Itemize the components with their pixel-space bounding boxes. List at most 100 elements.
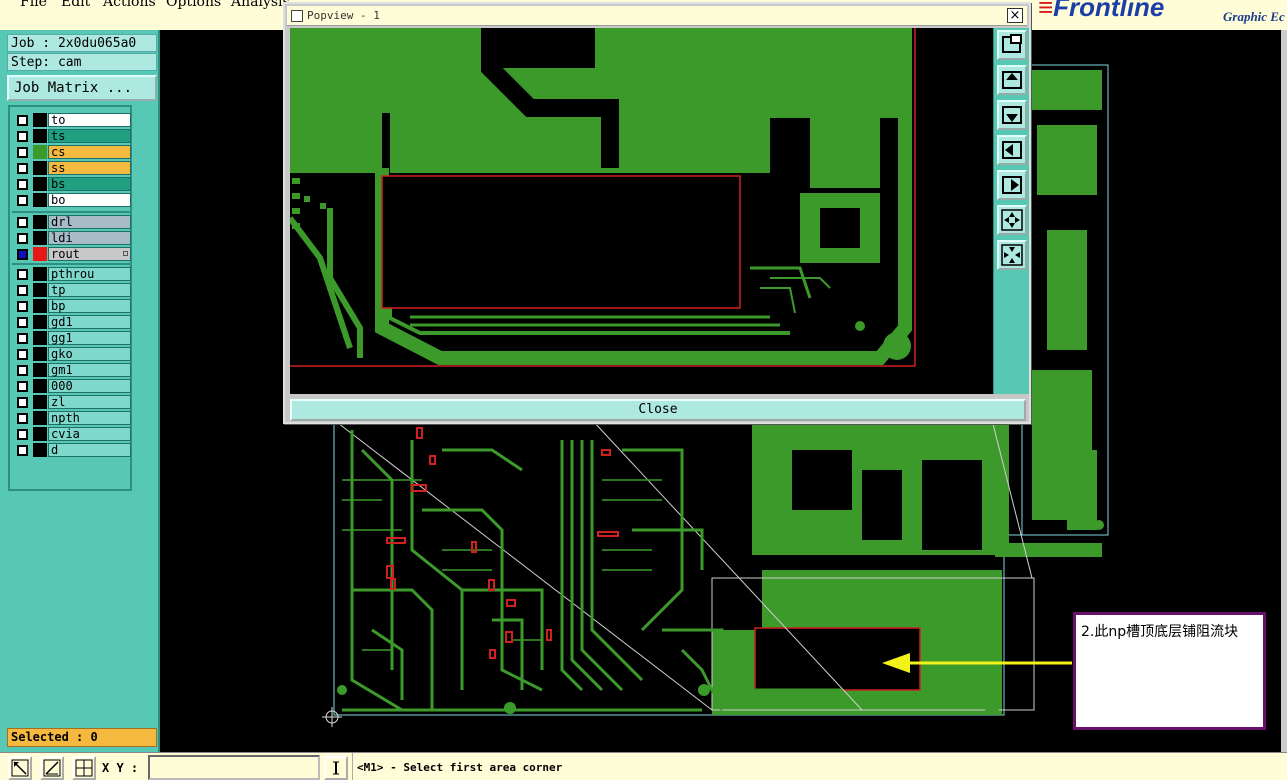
layer-row-tp[interactable]: tp (14, 283, 132, 297)
zoom-in-button[interactable] (997, 205, 1027, 235)
measure-tool-button[interactable] (40, 756, 64, 780)
layer-row-gg1[interactable]: gg1 (14, 331, 132, 345)
menu-file[interactable]: File (20, 0, 47, 10)
menu-analysis[interactable]: Analysis (231, 0, 290, 10)
layer-color-swatch[interactable] (33, 193, 47, 207)
layer-name[interactable]: ts (48, 129, 131, 143)
layer-row-000[interactable]: 000 (14, 379, 132, 393)
layer-checkbox[interactable] (17, 163, 28, 174)
layer-name[interactable]: bo (48, 193, 131, 207)
layer-checkbox[interactable] (17, 381, 28, 392)
pan-down-button[interactable] (997, 100, 1027, 130)
layer-color-swatch[interactable] (33, 267, 47, 281)
layer-name[interactable]: bp (48, 299, 131, 313)
layer-color-swatch[interactable] (33, 161, 47, 175)
info-button[interactable] (324, 756, 348, 780)
layer-checkbox[interactable] (17, 147, 28, 158)
layer-color-swatch[interactable] (33, 299, 47, 313)
layer-name[interactable]: zl (48, 395, 131, 409)
layer-checkbox[interactable] (17, 413, 28, 424)
layer-row-bo[interactable]: bo (14, 193, 132, 207)
layer-checkbox[interactable] (17, 285, 28, 296)
layer-color-swatch[interactable] (33, 427, 47, 441)
snap-tool-button[interactable] (8, 756, 32, 780)
layer-name[interactable]: gko (48, 347, 131, 361)
menu-edit[interactable]: Edit (61, 0, 90, 10)
layer-name[interactable]: ldi (48, 231, 131, 245)
layer-color-swatch[interactable] (33, 363, 47, 377)
layer-color-swatch[interactable] (33, 443, 47, 457)
window-menu-icon[interactable] (291, 10, 303, 22)
layer-row-gm1[interactable]: gm1 (14, 363, 132, 377)
layer-row-to[interactable]: to (14, 113, 132, 127)
layer-row-cvia[interactable]: cvia (14, 427, 132, 441)
layer-color-swatch[interactable] (33, 411, 47, 425)
layer-name[interactable]: drl (48, 215, 131, 229)
layer-checkbox[interactable] (17, 233, 28, 244)
layer-color-swatch[interactable] (33, 315, 47, 329)
layer-name[interactable]: cs (48, 145, 131, 159)
layer-name[interactable]: gm1 (48, 363, 131, 377)
canvas-scroll-edge[interactable] (1281, 30, 1287, 752)
layer-checkbox[interactable] (17, 317, 28, 328)
layer-checkbox[interactable] (17, 397, 28, 408)
layer-name[interactable]: gg1 (48, 331, 131, 345)
layer-name[interactable]: rout (48, 247, 131, 261)
layer-checkbox[interactable] (17, 115, 28, 126)
popview-canvas[interactable] (290, 28, 993, 394)
layer-row-gd1[interactable]: gd1 (14, 315, 132, 329)
close-icon[interactable]: × (1007, 8, 1023, 23)
layer-row-rout[interactable]: rout (14, 247, 132, 261)
layer-color-swatch[interactable] (33, 283, 47, 297)
layer-color-swatch[interactable] (33, 215, 47, 229)
layer-row-pthrou[interactable]: pthrou (14, 267, 132, 281)
layer-checkbox[interactable] (17, 195, 28, 206)
layer-row-bp[interactable]: bp (14, 299, 132, 313)
layer-checkbox[interactable] (17, 131, 28, 142)
layer-checkbox[interactable] (17, 365, 28, 376)
pan-left-button[interactable] (997, 135, 1027, 165)
layer-color-swatch[interactable] (33, 113, 47, 127)
zoom-out-button[interactable] (997, 240, 1027, 270)
layer-color-swatch[interactable] (33, 379, 47, 393)
grid-tool-button[interactable] (72, 756, 96, 780)
layer-checkbox[interactable] (17, 445, 28, 456)
layer-name[interactable]: cvia (48, 427, 131, 441)
layer-color-swatch[interactable] (33, 177, 47, 191)
layer-checkbox[interactable] (17, 269, 28, 280)
layer-name[interactable]: pthrou (48, 267, 131, 281)
layer-checkbox[interactable] (17, 301, 28, 312)
layer-color-swatch[interactable] (33, 231, 47, 245)
layer-color-swatch[interactable] (33, 395, 47, 409)
layer-row-zl[interactable]: zl (14, 395, 132, 409)
layer-color-swatch[interactable] (33, 331, 47, 345)
layer-row-cs[interactable]: cs (14, 145, 132, 159)
layer-color-swatch[interactable] (33, 129, 47, 143)
pan-up-button[interactable] (997, 65, 1027, 95)
job-matrix-button[interactable]: Job Matrix ... (7, 75, 157, 101)
menu-options[interactable]: Options (166, 0, 221, 10)
zoom-home-button[interactable] (997, 30, 1027, 60)
layer-checkbox[interactable] (17, 179, 28, 190)
layer-name[interactable]: d (48, 443, 131, 457)
layer-name[interactable]: ss (48, 161, 131, 175)
layer-row-bs[interactable]: bs (14, 177, 132, 191)
layer-name[interactable]: tp (48, 283, 131, 297)
layer-name[interactable]: bs (48, 177, 131, 191)
layer-name[interactable]: gd1 (48, 315, 131, 329)
pan-right-button[interactable] (997, 170, 1027, 200)
layer-name[interactable]: 000 (48, 379, 131, 393)
layer-color-swatch[interactable] (33, 247, 47, 261)
layer-color-swatch[interactable] (33, 347, 47, 361)
layer-name[interactable]: npth (48, 411, 131, 425)
popview-close-button[interactable]: Close (290, 399, 1026, 421)
layer-row-ldi[interactable]: ldi (14, 231, 132, 245)
popview-titlebar[interactable]: Popview - 1 × (287, 6, 1027, 26)
menu-actions[interactable]: Actions (103, 0, 156, 10)
layer-checkbox[interactable] (17, 217, 28, 228)
layer-row-ss[interactable]: ss (14, 161, 132, 175)
layer-color-swatch[interactable] (33, 145, 47, 159)
layer-row-drl[interactable]: drl (14, 215, 132, 229)
xy-input[interactable] (148, 755, 320, 780)
layer-checkbox[interactable] (17, 429, 28, 440)
